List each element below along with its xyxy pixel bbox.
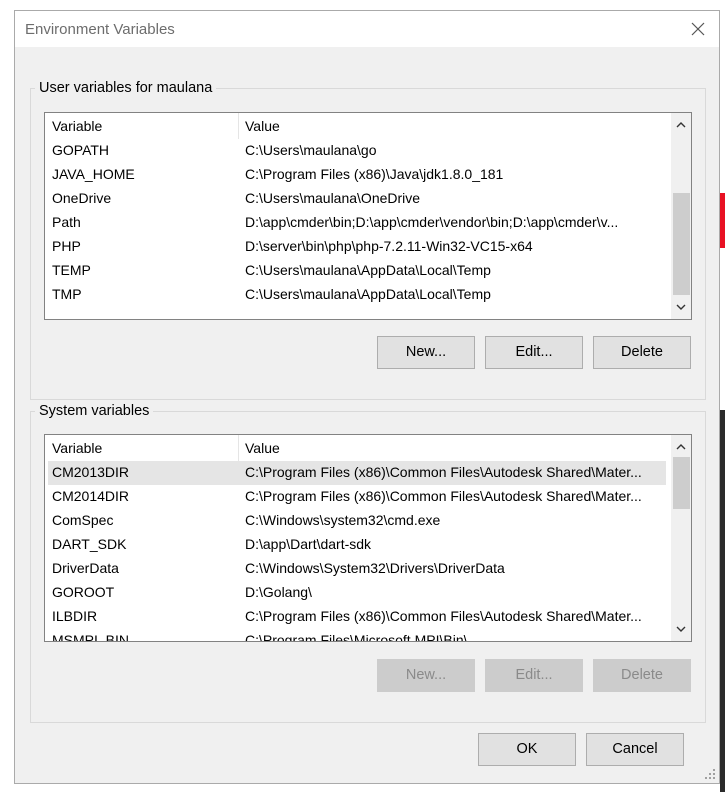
variable-name: JAVA_HOME: [52, 166, 135, 182]
column-divider[interactable]: [238, 435, 239, 461]
variable-value: C:\Users\maulana\AppData\Local\Temp: [245, 286, 491, 302]
variable-name: ComSpec: [52, 512, 114, 528]
variable-value: C:\Program Files (x86)\Common Files\Auto…: [245, 464, 642, 480]
variable-name: OneDrive: [52, 190, 112, 206]
title-bar: Environment Variables: [15, 11, 719, 47]
environment-variables-dialog: Environment Variables User variables for…: [14, 10, 720, 784]
variable-name: ILBDIR: [52, 608, 98, 624]
system-list-scrollbar[interactable]: [671, 435, 691, 641]
column-header-value[interactable]: Value: [245, 118, 280, 134]
table-row[interactable]: TEMP C:\Users\maulana\AppData\Local\Temp: [48, 259, 666, 283]
user-variables-list[interactable]: Variable Value GOPATH C:\Users\maulana\go…: [44, 112, 692, 320]
table-row[interactable]: CM2014DIR C:\Program Files (x86)\Common F…: [48, 485, 666, 509]
variable-name: DART_SDK: [52, 536, 127, 552]
table-row[interactable]: ILBDIR C:\Program Files (x86)\Common File…: [48, 605, 666, 629]
variable-name: GOPATH: [52, 142, 110, 158]
variable-name: CM2014DIR: [52, 488, 130, 504]
system-variables-legend: System variables: [35, 403, 154, 419]
variable-value: D:\server\bin\php\php-7.2.11-Win32-VC15-…: [245, 238, 533, 254]
variable-value: C:\Users\maulana\AppData\Local\Temp: [245, 262, 491, 278]
variable-value: C:\Program Files (x86)\Common Files\Auto…: [245, 608, 642, 624]
variable-name: DriverData: [52, 560, 119, 576]
variable-value: C:\Program Files (x86)\Java\jdk1.8.0_181: [245, 166, 504, 182]
variable-name: Path: [52, 214, 81, 230]
user-list-header: Variable Value: [45, 113, 670, 139]
cancel-button[interactable]: Cancel: [586, 733, 684, 766]
table-row[interactable]: GOROOT D:\Golang\: [48, 581, 666, 605]
variable-value: C:\Users\maulana\go: [245, 142, 377, 158]
column-header-variable[interactable]: Variable: [52, 118, 102, 134]
table-row[interactable]: MSMPI_BIN C:\Program Files\Microsoft MPI\…: [48, 629, 666, 642]
table-row[interactable]: OneDrive C:\Users\maulana\OneDrive: [48, 187, 666, 211]
system-edit-button[interactable]: Edit...: [485, 659, 583, 692]
column-header-value[interactable]: Value: [245, 440, 280, 456]
variable-name: TMP: [52, 286, 82, 302]
variable-value: C:\Windows\system32\cmd.exe: [245, 512, 441, 528]
resize-grip-icon[interactable]: [704, 768, 716, 780]
variable-name: CM2013DIR: [52, 464, 130, 480]
variable-name: GOROOT: [52, 584, 115, 600]
variable-name: MSMPI_BIN: [52, 632, 130, 642]
table-row[interactable]: Path D:\app\cmder\bin;D:\app\cmder\vendor…: [48, 211, 666, 235]
system-variables-group: System variables Variable Value CM2013DI…: [30, 403, 706, 723]
system-variables-list[interactable]: Variable Value CM2013DIR C:\Program Files…: [44, 434, 692, 642]
table-row[interactable]: JAVA_HOME C:\Program Files (x86)\Java\jdk…: [48, 163, 666, 187]
variable-value: D:\app\cmder\bin;D:\app\cmder\vendor\bin…: [245, 214, 619, 230]
table-row[interactable]: CM2013DIR C:\Program Files (x86)\Common F…: [48, 461, 666, 485]
variable-value: C:\Program Files (x86)\Common Files\Auto…: [245, 488, 642, 504]
table-row[interactable]: GOPATH C:\Users\maulana\go: [48, 139, 666, 163]
user-edit-button[interactable]: Edit...: [485, 336, 583, 369]
column-header-variable[interactable]: Variable: [52, 440, 102, 456]
user-delete-button[interactable]: Delete: [593, 336, 691, 369]
column-divider[interactable]: [238, 113, 239, 139]
scroll-up-icon[interactable]: [671, 437, 691, 457]
user-new-button[interactable]: New...: [377, 336, 475, 369]
scroll-thumb[interactable]: [673, 193, 690, 295]
variable-name: PHP: [52, 238, 81, 254]
variable-value: D:\app\Dart\dart-sdk: [245, 536, 372, 552]
table-row[interactable]: DriverData C:\Windows\System32\Drivers\Dr…: [48, 557, 666, 581]
table-row[interactable]: TMP C:\Users\maulana\AppData\Local\Temp: [48, 283, 666, 307]
user-variables-legend: User variables for maulana: [35, 80, 217, 96]
variable-value: C:\Users\maulana\OneDrive: [245, 190, 421, 206]
scroll-down-icon[interactable]: [671, 619, 691, 639]
table-row[interactable]: DART_SDK D:\app\Dart\dart-sdk: [48, 533, 666, 557]
user-list-scrollbar[interactable]: [671, 113, 691, 319]
variable-value: C:\Windows\System32\Drivers\DriverData: [245, 560, 505, 576]
variable-value: D:\Golang\: [245, 584, 312, 600]
system-list-header: Variable Value: [45, 435, 670, 461]
variable-name: TEMP: [52, 262, 91, 278]
scroll-thumb[interactable]: [673, 457, 690, 509]
system-delete-button[interactable]: Delete: [593, 659, 691, 692]
background-window-edge: [720, 0, 725, 792]
scroll-down-icon[interactable]: [671, 297, 691, 317]
system-new-button[interactable]: New...: [377, 659, 475, 692]
user-variables-group: User variables for maulana Variable Valu…: [30, 80, 706, 400]
table-row[interactable]: ComSpec C:\Windows\system32\cmd.exe: [48, 509, 666, 533]
close-icon[interactable]: [685, 16, 711, 42]
table-row[interactable]: PHP D:\server\bin\php\php-7.2.11-Win32-VC…: [48, 235, 666, 259]
variable-value: C:\Program Files\Microsoft MPI\Bin\: [245, 632, 468, 642]
ok-button[interactable]: OK: [478, 733, 576, 766]
scroll-up-icon[interactable]: [671, 115, 691, 135]
window-title: Environment Variables: [25, 21, 175, 38]
